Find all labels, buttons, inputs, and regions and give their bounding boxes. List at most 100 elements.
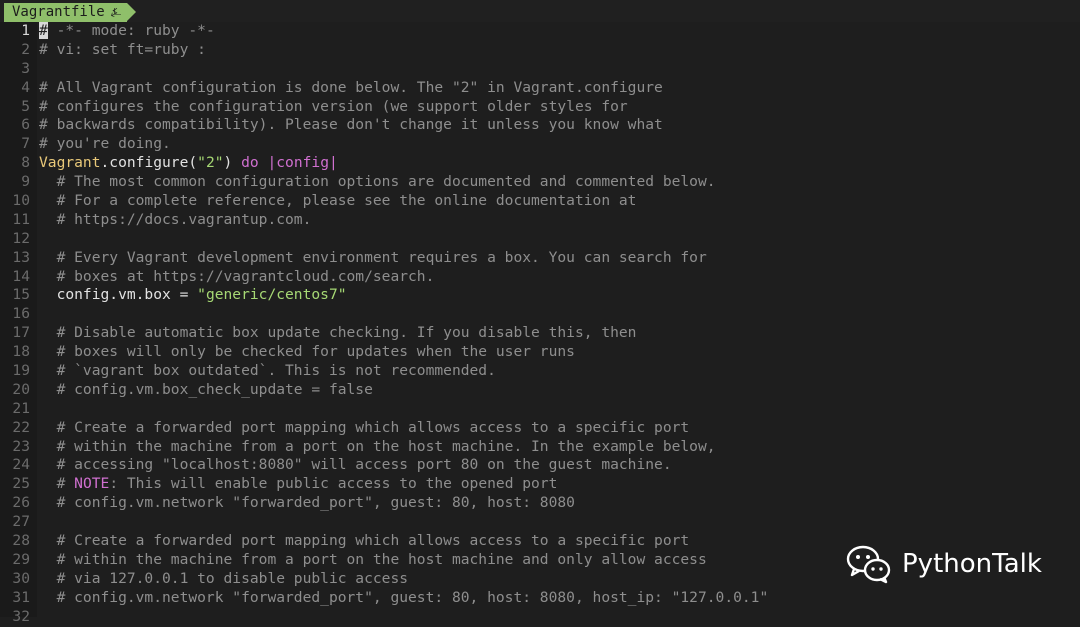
tab-bar: Vagrantfile ⍼ xyxy=(0,0,1080,22)
code-token: NOTE xyxy=(74,475,110,493)
code-token: # vi: set ft=ruby : xyxy=(39,40,206,58)
code-line[interactable]: 25 # NOTE: This will enable public acces… xyxy=(0,475,1080,494)
code-token: # `vagrant box outdated`. This is not re… xyxy=(39,362,496,380)
tab-vagrantfile[interactable]: Vagrantfile ⍼ xyxy=(4,3,137,22)
code-token: Vagrant xyxy=(39,154,101,172)
code-token: "generic/centos7" xyxy=(197,286,347,304)
line-number: 27 xyxy=(12,513,30,531)
code-line[interactable]: 6 # backwards compatibility). Please don'… xyxy=(0,116,1080,135)
code-editor[interactable]: 1 # -*- mode: ruby -*- 2 # vi: set ft=ruby … xyxy=(0,22,1080,627)
line-number: 16 xyxy=(12,305,30,323)
line-number: 5 xyxy=(21,97,30,115)
code-line[interactable]: 20 # config.vm.box_check_update = false xyxy=(0,381,1080,400)
code-token: |config| xyxy=(267,154,338,172)
line-number: 8 xyxy=(21,154,30,172)
code-line[interactable]: 11 # https://docs.vagrantup.com. xyxy=(0,211,1080,230)
line-number: 9 xyxy=(21,173,30,191)
line-number: 26 xyxy=(12,494,30,512)
line-number: 25 xyxy=(12,475,30,493)
code-line[interactable]: 7 # you're doing. xyxy=(0,135,1080,154)
code-token: # xyxy=(39,475,75,493)
line-number: 31 xyxy=(12,588,30,606)
code-token: # config.vm.box_check_update = false xyxy=(39,380,373,398)
line-number: 11 xyxy=(12,210,30,228)
code-line[interactable]: 8 Vagrant.configure("2") do |config| xyxy=(0,154,1080,173)
code-line[interactable]: 1 # -*- mode: ruby -*- xyxy=(0,22,1080,41)
code-token: # https://docs.vagrantup.com. xyxy=(39,210,312,228)
line-number: 13 xyxy=(12,248,30,266)
code-line[interactable]: 22 # Create a forwarded port mapping whi… xyxy=(0,419,1080,438)
code-line[interactable]: 3 xyxy=(0,60,1080,79)
line-number: 2 xyxy=(21,40,30,58)
code-token: # backwards compatibility). Please don't… xyxy=(39,116,663,134)
code-line[interactable]: 13 # Every Vagrant development environme… xyxy=(0,249,1080,268)
code-token: ) xyxy=(223,154,242,172)
line-number: 19 xyxy=(12,362,30,380)
line-number: 14 xyxy=(12,267,30,285)
code-token: # Create a forwarded port mapping which … xyxy=(39,532,690,550)
code-token: config.vm.box = xyxy=(39,286,198,304)
code-token: # within the machine from a port on the … xyxy=(39,550,707,568)
code-line[interactable]: 15 config.vm.box = "generic/centos7" xyxy=(0,286,1080,305)
watermark-text: PythonTalk xyxy=(902,549,1042,579)
line-number: 20 xyxy=(12,380,30,398)
text-cursor: # xyxy=(39,22,48,39)
code-line[interactable]: 16 xyxy=(0,305,1080,324)
code-token: # boxes will only be checked for updates… xyxy=(39,343,575,361)
code-token: # config.vm.network "forwarded_port", gu… xyxy=(39,494,575,512)
code-line[interactable]: 24 # accessing "localhost:8080" will acc… xyxy=(0,456,1080,475)
code-line[interactable]: 14 # boxes at https://vagrantcloud.com/s… xyxy=(0,268,1080,287)
line-number: 22 xyxy=(12,418,30,436)
code-line[interactable]: 19 # `vagrant box outdated`. This is not… xyxy=(0,362,1080,381)
line-number: 4 xyxy=(21,78,30,96)
code-token: # For a complete reference, please see t… xyxy=(39,192,637,210)
code-line[interactable]: 27 xyxy=(0,513,1080,532)
code-line[interactable]: 21 xyxy=(0,400,1080,419)
code-line[interactable]: 17 # Disable automatic box update checki… xyxy=(0,324,1080,343)
code-line[interactable]: 5 # configures the configuration version … xyxy=(0,98,1080,117)
line-number: 7 xyxy=(21,135,30,153)
code-line[interactable]: 9 # The most common configuration option… xyxy=(0,173,1080,192)
code-token: # All Vagrant configuration is done belo… xyxy=(39,78,663,96)
code-token: # via 127.0.0.1 to disable public access xyxy=(39,569,409,587)
code-token: # boxes at https://vagrantcloud.com/sear… xyxy=(39,267,435,285)
code-line[interactable]: 23 # within the machine from a port on t… xyxy=(0,438,1080,457)
line-number: 21 xyxy=(12,399,30,417)
code-line[interactable]: 12 xyxy=(0,230,1080,249)
line-number: 29 xyxy=(12,550,30,568)
code-token: -*- mode: ruby -*- xyxy=(47,22,215,39)
code-line[interactable]: 2 # vi: set ft=ruby : xyxy=(0,41,1080,60)
code-token: # Create a forwarded port mapping which … xyxy=(39,418,690,436)
code-line[interactable]: 32 xyxy=(0,608,1080,627)
line-number: 12 xyxy=(12,229,30,247)
wechat-icon xyxy=(846,545,891,584)
line-number: 18 xyxy=(12,343,30,361)
code-token: # config.vm.network "forwarded_port", gu… xyxy=(39,588,769,606)
code-token: "2" xyxy=(197,154,224,172)
code-token: .configure( xyxy=(100,154,198,172)
tab-title: Vagrantfile xyxy=(12,4,105,20)
code-token: : This will enable public access to the … xyxy=(109,475,558,493)
code-line[interactable]: 26 # config.vm.network "forwarded_port",… xyxy=(0,494,1080,513)
code-line[interactable]: 10 # For a complete reference, please se… xyxy=(0,192,1080,211)
line-number: 1 xyxy=(21,22,30,39)
code-token: # within the machine from a port on the … xyxy=(39,437,716,455)
line-number: 3 xyxy=(21,59,30,77)
code-token: # Disable automatic box update checking.… xyxy=(39,324,637,342)
line-number: 23 xyxy=(12,437,30,455)
watermark: PythonTalk xyxy=(846,544,1042,584)
line-number: 28 xyxy=(12,532,30,550)
code-token: # you're doing. xyxy=(39,135,171,153)
line-number: 10 xyxy=(12,192,30,210)
code-token: # accessing "localhost:8080" will access… xyxy=(39,456,672,474)
line-number: 24 xyxy=(12,456,30,474)
code-line[interactable]: 18 # boxes will only be checked for upda… xyxy=(0,343,1080,362)
code-token: # configures the configuration version (… xyxy=(39,97,628,115)
line-number: 6 xyxy=(21,116,30,134)
vim-tree-icon: ⍼ xyxy=(110,5,122,19)
code-line[interactable]: 31 # config.vm.network "forwarded_port",… xyxy=(0,589,1080,608)
line-number: 15 xyxy=(12,286,30,304)
code-token: # The most common configuration options … xyxy=(39,173,716,191)
code-line[interactable]: 4 # All Vagrant configuration is done bel… xyxy=(0,79,1080,98)
line-number: 32 xyxy=(12,607,30,625)
